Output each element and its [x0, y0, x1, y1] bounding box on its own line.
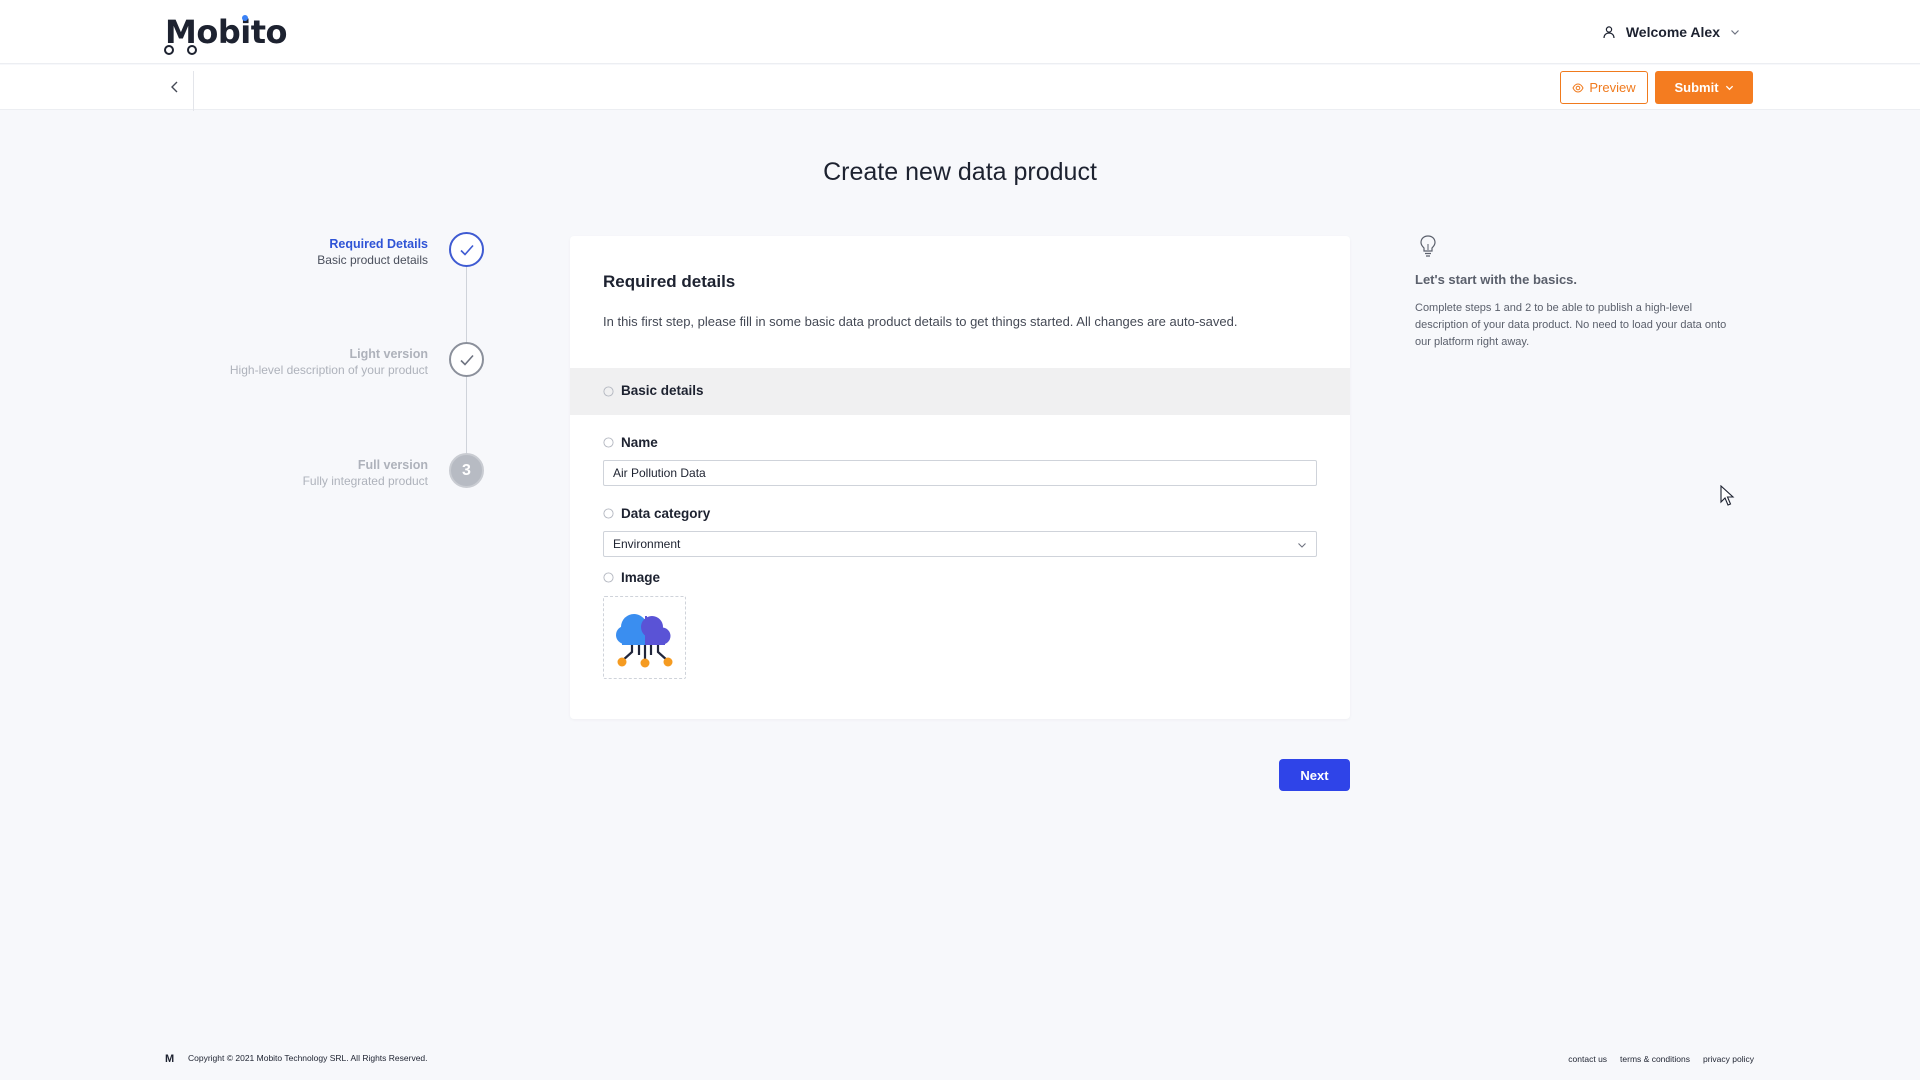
step-title: Required Details	[329, 237, 428, 251]
mouse-cursor-icon	[1720, 485, 1735, 506]
step-text: Light version High-level description of …	[230, 346, 428, 379]
terms-link[interactable]: terms & conditions	[1620, 1054, 1690, 1064]
chevron-down-icon	[1725, 85, 1733, 91]
card-title: Required details	[603, 272, 736, 291]
info-icon[interactable]	[603, 572, 614, 583]
info-icon[interactable]	[603, 508, 614, 519]
tip-body: Complete steps 1 and 2 to be able to pub…	[1415, 302, 1727, 348]
check-icon	[459, 354, 474, 366]
lightbulb-icon	[1420, 235, 1436, 257]
logo-text: Mobito	[163, 13, 287, 55]
tip-title: Let's start with the basics.	[1415, 272, 1578, 287]
user-menu[interactable]: Welcome Alex	[1602, 20, 1740, 44]
name-input[interactable]	[603, 460, 1317, 486]
step-light-version[interactable]: Light version High-level description of …	[180, 342, 490, 382]
submit-label: Submit	[1674, 80, 1719, 95]
eye-icon	[1572, 82, 1584, 93]
footer-logo: M	[165, 1053, 175, 1065]
preview-button[interactable]: Preview	[1560, 71, 1648, 104]
next-button[interactable]: Next	[1279, 759, 1350, 791]
user-icon	[1603, 26, 1615, 39]
privacy-policy-link[interactable]: privacy policy	[1703, 1054, 1754, 1064]
back-button[interactable]	[163, 75, 187, 99]
step-title: Full version	[357, 458, 428, 472]
progress-stepper: Required Details Basic product details L…	[180, 232, 490, 502]
preview-label: Preview	[1589, 80, 1636, 95]
step-number: 3	[449, 453, 484, 488]
image-upload[interactable]	[603, 596, 686, 679]
submit-button[interactable]: Submit	[1655, 71, 1753, 104]
step-indicator	[449, 342, 484, 377]
step-text: Required Details Basic product details	[317, 236, 428, 269]
step-full-version[interactable]: Full version Fully integrated product 3	[180, 453, 490, 493]
info-icon[interactable]	[603, 437, 614, 448]
card-description: In this first step, please fill in some …	[603, 314, 1238, 329]
required-details-card: Required details In this first step, ple…	[570, 236, 1350, 719]
basic-details-section[interactable]: Basic details	[570, 368, 1350, 415]
data-category-label: Data category	[621, 506, 711, 521]
contact-us-link[interactable]: contact us	[1568, 1054, 1607, 1064]
check-icon	[459, 244, 474, 256]
footer-links: contact us terms & conditions privacy po…	[1568, 1054, 1754, 1064]
cloud-network-icon	[615, 613, 672, 667]
step-indicator	[449, 232, 484, 267]
welcome-text: Welcome Alex	[1625, 24, 1720, 40]
chevron-down-icon	[1298, 543, 1306, 548]
back-arrow-icon	[171, 81, 178, 93]
data-category-select[interactable]: Environment	[603, 531, 1317, 557]
name-label: Name	[621, 435, 658, 450]
selected-category: Environment	[613, 537, 681, 551]
action-bar: Preview Submit	[0, 65, 1920, 111]
step-title: Light version	[349, 347, 428, 361]
info-icon	[603, 386, 614, 397]
footer: M Copyright © 2021 Mobito Technology SRL…	[0, 1046, 1920, 1076]
mobito-logo[interactable]: Mobito	[163, 10, 287, 55]
step-text: Full version Fully integrated product	[303, 457, 428, 490]
step-subtitle: Fully integrated product	[302, 474, 428, 488]
section-label: Basic details	[621, 383, 704, 398]
copyright-text: Copyright © 2021 Mobito Technology SRL. …	[188, 1053, 428, 1063]
step-required-details[interactable]: Required Details Basic product details	[180, 232, 490, 272]
step-subtitle: Basic product details	[317, 253, 428, 267]
step-subtitle: High-level description of your product	[229, 363, 428, 377]
page-title: Create new data product	[823, 158, 1097, 186]
image-label: Image	[621, 570, 661, 585]
top-header: Mobito Welcome Alex	[0, 0, 1920, 64]
chevron-down-icon	[1731, 30, 1739, 35]
divider	[193, 71, 194, 111]
